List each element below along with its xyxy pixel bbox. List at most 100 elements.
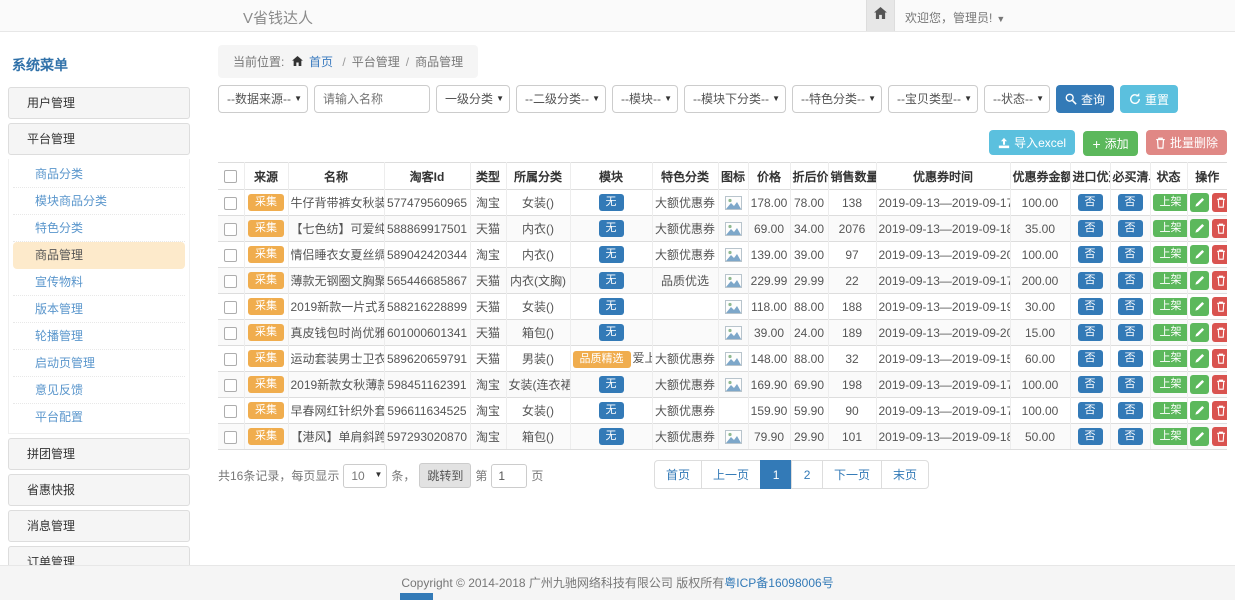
page-button[interactable]: 下一页: [822, 460, 882, 489]
edit-button[interactable]: [1190, 349, 1209, 368]
page-button[interactable]: 首页: [654, 460, 702, 489]
page-button[interactable]: 末页: [881, 460, 929, 489]
import-select-badge[interactable]: 否: [1078, 298, 1103, 315]
sidebar-subitem[interactable]: 意见反馈: [13, 377, 185, 404]
must-buy-badge[interactable]: 否: [1118, 324, 1143, 341]
page-button[interactable]: 2: [791, 460, 823, 489]
status-badge[interactable]: 上架: [1153, 402, 1188, 419]
sidebar-panel[interactable]: 平台管理: [8, 123, 190, 155]
delete-button[interactable]: [1212, 401, 1228, 420]
row-checkbox[interactable]: [224, 353, 237, 366]
must-buy-badge[interactable]: 否: [1118, 194, 1143, 211]
filter-select[interactable]: --宝贝类型--▼: [888, 85, 978, 113]
filter-select[interactable]: --模块--▼: [612, 85, 678, 113]
sidebar-panel[interactable]: 省惠快报: [8, 474, 190, 506]
reset-button[interactable]: 重置: [1120, 85, 1178, 113]
status-badge[interactable]: 上架: [1153, 194, 1188, 211]
edit-button[interactable]: [1190, 375, 1209, 394]
edit-button[interactable]: [1190, 401, 1209, 420]
sidebar-subitem[interactable]: 轮播管理: [13, 323, 185, 350]
filter-select[interactable]: --模块下分类--▼: [684, 85, 786, 113]
sidebar-subitem-active[interactable]: 商品管理: [13, 242, 185, 269]
sidebar-panel[interactable]: 消息管理: [8, 510, 190, 542]
delete-button[interactable]: [1212, 297, 1228, 316]
sidebar-subitem[interactable]: 商品分类: [13, 161, 185, 188]
sidebar-subitem[interactable]: 模块商品分类: [13, 188, 185, 215]
user-menu[interactable]: 欢迎您，管理员!▼: [905, 9, 1005, 26]
row-checkbox[interactable]: [224, 327, 237, 340]
delete-button[interactable]: [1212, 271, 1228, 290]
delete-button[interactable]: [1212, 427, 1228, 446]
breadcrumb-home-link[interactable]: 首页: [309, 55, 333, 69]
delete-button[interactable]: [1212, 245, 1228, 264]
status-badge[interactable]: 上架: [1153, 246, 1188, 263]
delete-button[interactable]: [1212, 349, 1228, 368]
import-select-badge[interactable]: 否: [1078, 194, 1103, 211]
page-button-active[interactable]: 1: [760, 460, 792, 489]
status-badge[interactable]: 上架: [1153, 324, 1188, 341]
row-checkbox[interactable]: [224, 431, 237, 444]
must-buy-badge[interactable]: 否: [1118, 402, 1143, 419]
must-buy-badge[interactable]: 否: [1118, 220, 1143, 237]
icp-link[interactable]: 粤ICP备16098006号: [724, 576, 833, 590]
must-buy-badge[interactable]: 否: [1118, 428, 1143, 445]
delete-button[interactable]: [1212, 219, 1228, 238]
must-buy-badge[interactable]: 否: [1118, 298, 1143, 315]
per-page-select[interactable]: 10 ▼: [343, 464, 387, 488]
import-select-badge[interactable]: 否: [1078, 428, 1103, 445]
import-select-badge[interactable]: 否: [1078, 376, 1103, 393]
filter-select[interactable]: --状态--▼: [984, 85, 1050, 113]
filter-select[interactable]: --数据来源--▼: [218, 85, 308, 113]
status-badge[interactable]: 上架: [1153, 298, 1188, 315]
row-checkbox[interactable]: [224, 223, 237, 236]
sidebar-subitem[interactable]: 版本管理: [13, 296, 185, 323]
status-badge[interactable]: 上架: [1153, 220, 1188, 237]
edit-button[interactable]: [1190, 297, 1209, 316]
filter-select[interactable]: --二级分类--▼: [516, 85, 606, 113]
sidebar-subitem[interactable]: 平台配置: [13, 404, 185, 431]
row-checkbox[interactable]: [224, 405, 237, 418]
row-checkbox[interactable]: [224, 379, 237, 392]
row-checkbox[interactable]: [224, 275, 237, 288]
sidebar-subitem[interactable]: 宣传物料: [13, 269, 185, 296]
delete-button[interactable]: [1212, 193, 1228, 212]
delete-button[interactable]: [1212, 323, 1228, 342]
edit-button[interactable]: [1190, 323, 1209, 342]
import-select-badge[interactable]: 否: [1078, 246, 1103, 263]
select-all-checkbox[interactable]: [224, 170, 237, 183]
sidebar-panel[interactable]: 拼团管理: [8, 438, 190, 470]
row-checkbox[interactable]: [224, 249, 237, 262]
status-badge[interactable]: 上架: [1153, 428, 1188, 445]
search-button[interactable]: 查询: [1056, 85, 1114, 113]
add-button[interactable]: + 添加: [1083, 131, 1137, 156]
filter-select[interactable]: 一级分类▼: [436, 85, 510, 113]
delete-button[interactable]: [1212, 375, 1228, 394]
import-select-badge[interactable]: 否: [1078, 402, 1103, 419]
status-badge[interactable]: 上架: [1153, 350, 1188, 367]
filter-select[interactable]: --特色分类--▼: [792, 85, 882, 113]
sidebar-subitem[interactable]: 特色分类: [13, 215, 185, 242]
edit-button[interactable]: [1190, 245, 1209, 264]
page-number-input[interactable]: [491, 464, 527, 488]
must-buy-badge[interactable]: 否: [1118, 350, 1143, 367]
name-search-input[interactable]: [314, 85, 430, 113]
row-checkbox[interactable]: [224, 301, 237, 314]
import-select-badge[interactable]: 否: [1078, 324, 1103, 341]
page-button[interactable]: 上一页: [701, 460, 761, 489]
batch-delete-button[interactable]: 批量删除: [1146, 130, 1227, 155]
import-select-badge[interactable]: 否: [1078, 272, 1103, 289]
home-button[interactable]: [866, 0, 895, 31]
status-badge[interactable]: 上架: [1153, 376, 1188, 393]
must-buy-badge[interactable]: 否: [1118, 376, 1143, 393]
must-buy-badge[interactable]: 否: [1118, 272, 1143, 289]
edit-button[interactable]: [1190, 193, 1209, 212]
row-checkbox[interactable]: [224, 197, 237, 210]
edit-button[interactable]: [1190, 219, 1209, 238]
sidebar-panel[interactable]: 用户管理: [8, 87, 190, 119]
jump-button[interactable]: 跳转到: [419, 463, 471, 488]
import-select-badge[interactable]: 否: [1078, 350, 1103, 367]
edit-button[interactable]: [1190, 427, 1209, 446]
edit-button[interactable]: [1190, 271, 1209, 290]
must-buy-badge[interactable]: 否: [1118, 246, 1143, 263]
import-select-badge[interactable]: 否: [1078, 220, 1103, 237]
